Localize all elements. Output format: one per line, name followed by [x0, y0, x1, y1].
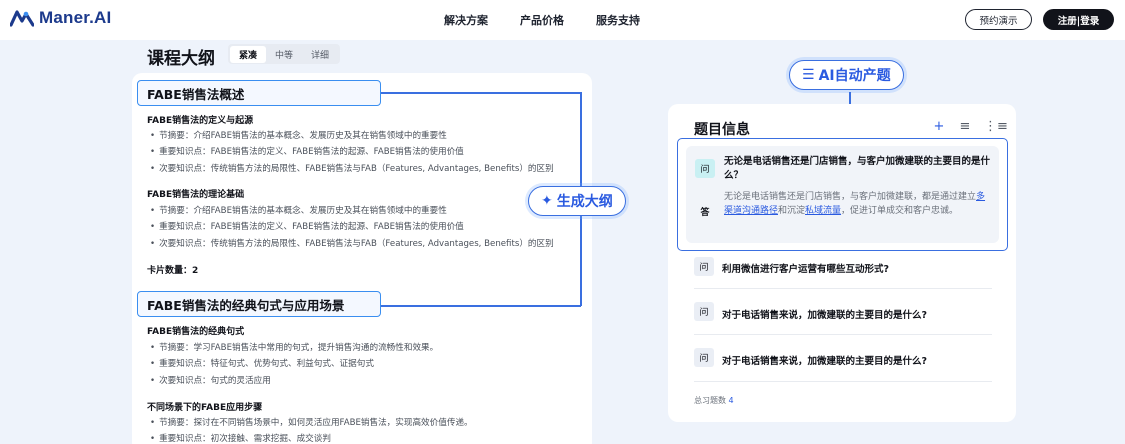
register-login-button[interactable]: 注册|登录 — [1043, 9, 1114, 30]
group-title: FABE销售法的理论基础 — [147, 190, 245, 200]
group-title: FABE销售法的经典句式 — [147, 327, 245, 337]
selected-question-text: 无论是电话销售还是门店销售，与客户加微建联的主要目的是什么？ — [724, 156, 991, 181]
section-title-1[interactable]: FABE销售法概述 — [137, 80, 381, 106]
logo[interactable]: Maner.AI — [9, 8, 112, 28]
group-item: 次要知识点：传统销售方法的局限性、FABE销售法与FAB（Features, A… — [150, 237, 554, 249]
group-item: 节摘要：探讨在不同销售场景中，如何灵活应用FABE销售法，实现高效价值传递。 — [150, 416, 473, 428]
group-item: 次要知识点：传统销售方法的局限性、FABE销售法与FAB（Features, A… — [150, 162, 554, 174]
answer-text-part: ，促进订单成交和客户忠诚。 — [841, 206, 959, 216]
generate-outline-badge: ✦ 生成大纲 — [528, 186, 626, 216]
group-title: 不同场景下的FABE应用步骤 — [147, 403, 263, 413]
selected-answer-text: 无论是电话销售还是门店销售，与客户加微建联，都是通过建立多渠道沟通路径和沉淀私域… — [724, 190, 990, 218]
answer-link[interactable]: 私域流量 — [805, 206, 841, 216]
group-item: 节摘要：介绍FABE销售法的基本概念、发展历史及其在销售领域中的重要性 — [150, 204, 447, 216]
list-icon: ☰ — [802, 67, 815, 83]
total-questions: 总习题数 4 — [694, 395, 734, 406]
group-item: 重要知识点：初次接触、需求挖掘、成交谈判 — [150, 432, 331, 444]
question-tag: 问 — [694, 348, 714, 367]
group-item: 重要知识点：FABE销售法的定义、FABE销售法的起源、FABE销售法的使用价值 — [150, 220, 464, 232]
sort-icon[interactable]: ≡ — [958, 119, 972, 135]
total-count: 4 — [728, 396, 734, 405]
density-switch: 紧凑 中等 详细 — [228, 44, 341, 64]
question-tag: 问 — [695, 159, 715, 178]
logo-text: Maner.AI — [39, 8, 112, 27]
question-text[interactable]: 对于电话销售来说，加微建联的主要目的是什么? — [722, 353, 927, 367]
connector-line — [381, 92, 580, 94]
logo-icon — [9, 9, 35, 27]
group-item: 次要知识点：句式的灵活应用 — [150, 374, 271, 386]
answer-text-part: 和沉淀 — [778, 206, 806, 216]
filter-icon[interactable]: ⋮≡ — [984, 119, 1008, 135]
total-label: 总习题数 — [694, 396, 726, 405]
ai-questions-badge: ☰ AI自动产题 — [789, 60, 904, 90]
density-medium-tab[interactable]: 中等 — [266, 46, 302, 63]
sparkle-icon: ✦ — [541, 193, 553, 209]
question-text[interactable]: 对于电话销售来说，加微建联的主要目的是什么? — [722, 307, 927, 321]
questions-title: 题目信息 — [694, 122, 750, 138]
section-title-2[interactable]: FABE销售法的经典句式与应用场景 — [137, 291, 381, 317]
question-tag: 问 — [694, 257, 714, 276]
answer-text-part: 无论是电话销售还是门店销售，与客户加微建联，都是通过建立 — [724, 192, 977, 202]
group-item: 重要知识点：FABE销售法的定义、FABE销售法的起源、FABE销售法的使用价值 — [150, 145, 464, 157]
divider — [694, 334, 992, 335]
divider — [694, 288, 992, 289]
nav-link-solutions[interactable]: 解决方案 — [444, 12, 488, 28]
page-title: 课程大纲 — [147, 49, 215, 69]
answer-tag: 答 — [700, 208, 710, 218]
top-nav: Maner.AI 解决方案 产品价格 服务支持 预约演示 注册|登录 — [0, 0, 1125, 40]
divider — [694, 381, 992, 382]
nav-link-support[interactable]: 服务支持 — [596, 12, 640, 28]
connector-line — [381, 305, 581, 307]
book-demo-button[interactable]: 预约演示 — [965, 9, 1032, 30]
questions-toolbar: + ≡ ⋮≡ — [932, 119, 1008, 135]
nav-links: 解决方案 产品价格 服务支持 — [444, 12, 640, 28]
generate-outline-label: 生成大纲 — [556, 194, 613, 210]
ai-questions-label: AI自动产题 — [818, 68, 891, 84]
density-detailed-tab[interactable]: 详细 — [302, 46, 338, 63]
group-title: FABE销售法的定义与起源 — [147, 116, 254, 126]
add-icon[interactable]: + — [932, 119, 946, 135]
card-count: 卡片数量：2 — [147, 266, 199, 276]
group-item: 节摘要：学习FABE销售法中常用的句式，提升销售沟通的流畅性和效果。 — [150, 341, 438, 353]
density-compact-tab[interactable]: 紧凑 — [230, 45, 267, 63]
group-item: 重要知识点：特征句式、优势句式、利益句式、证据句式 — [150, 357, 374, 369]
question-tag: 问 — [694, 302, 714, 321]
group-item: 节摘要：介绍FABE销售法的基本概念、发展历史及其在销售领域中的重要性 — [150, 129, 447, 141]
nav-link-pricing[interactable]: 产品价格 — [520, 12, 564, 28]
question-text[interactable]: 利用微信进行客户运营有哪些互动形式? — [722, 261, 889, 275]
